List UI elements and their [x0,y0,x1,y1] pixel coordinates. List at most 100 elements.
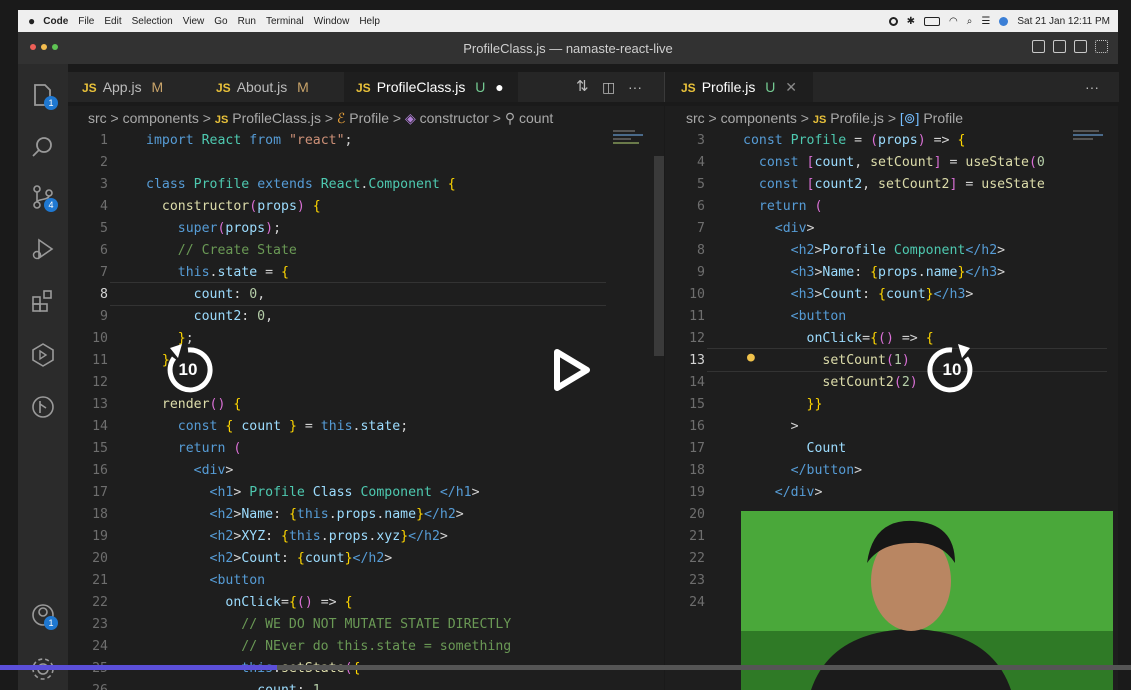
code-line[interactable]: 26 count: 1, [68,680,664,690]
code-text[interactable]: const [count2, setCount2] = useState [743,174,1045,196]
code-line[interactable]: 3 class Profile extends React.Component { [68,174,664,196]
tab-profileclass-js[interactable]: JS ProfileClass.js U ● [344,72,518,102]
tab-about-js[interactable]: JS About.js M [216,72,309,102]
code-line[interactable]: 8 <h2>Porofile Component</h2> [665,240,1118,262]
code-text[interactable]: onClick={() => { [146,592,352,614]
customize-layout-icon[interactable] [1095,40,1108,53]
menu-go[interactable]: Go [214,16,227,27]
code-text[interactable]: setCount2(2) [743,372,917,394]
code-line[interactable]: 8 count: 0, [68,284,664,306]
extensions-icon[interactable] [30,288,56,314]
forward-10-button[interactable]: 10 [924,340,980,396]
more-actions-icon[interactable]: ··· [1085,72,1099,102]
code-text[interactable]: // NEver do this.state = something [146,636,511,658]
code-text[interactable]: <div> [146,460,234,482]
breadcrumb-property[interactable]: count [519,110,553,126]
code-text[interactable]: }} [743,394,823,416]
record-icon[interactable] [888,16,898,26]
code-text[interactable]: count2: 0, [146,306,273,328]
menu-view[interactable]: View [183,16,205,27]
code-text[interactable]: count: 1, [146,680,329,690]
breadcrumb-class[interactable]: Profile [349,110,389,126]
code-text[interactable]: <h2>XYZ: {this.props.xyz}</h2> [146,526,448,548]
spotlight-icon[interactable]: ⌕ [967,16,973,27]
code-line[interactable]: 2 [68,152,664,174]
code-line[interactable]: 5 super(props); [68,218,664,240]
code-line[interactable]: 10 }; [68,328,664,350]
code-line[interactable]: 15 return ( [68,438,664,460]
apple-icon[interactable]: ● [28,14,35,28]
bluetooth-icon[interactable]: ✱ [907,16,915,27]
code-text[interactable]: count: 0, [146,284,266,306]
code-line[interactable]: 22 onClick={() => { [68,592,664,614]
code-text[interactable]: render() { [146,394,241,416]
code-line[interactable]: 11 <button [665,306,1118,328]
code-line[interactable]: 19 </div> [665,482,1118,504]
breadcrumb-symbol[interactable]: Profile [923,110,963,126]
code-line[interactable]: 17 <h1> Profile Class Component </h1> [68,482,664,504]
left-code-editor[interactable]: 1 import React from "react"; 2 3 class Profi… [68,128,664,690]
code-line[interactable]: 19 <h2>XYZ: {this.props.xyz}</h2> [68,526,664,548]
video-progress-bar[interactable] [0,665,1131,670]
code-line[interactable]: 17 Count [665,438,1118,460]
code-text[interactable]: <h1> Profile Class Component </h1> [146,482,480,504]
code-line[interactable]: 14 const { count } = this.state; [68,416,664,438]
split-editor-icon[interactable]: ◫ [602,72,615,102]
code-line[interactable]: 1 import React from "react"; [68,130,664,152]
close-tab-icon[interactable]: ✕ [785,79,797,95]
open-changes-icon[interactable]: ⇅ [576,72,589,102]
account-icon[interactable]: 1 [30,602,58,630]
breadcrumb-file[interactable]: ProfileClass.js [232,110,321,126]
code-text[interactable]: const Profile = (props) => { [743,130,965,152]
toggle-primary-sidebar-icon[interactable] [1032,40,1045,53]
menu-help[interactable]: Help [359,16,380,27]
menu-selection[interactable]: Selection [132,16,173,27]
code-line[interactable]: 3 const Profile = (props) => { [665,130,1118,152]
code-line[interactable]: 14 setCount2(2) [665,372,1118,394]
code-text[interactable]: <h2>Name: {this.props.name}</h2> [146,504,464,526]
tab-profile-js[interactable]: JS Profile.js U ✕ [665,72,813,102]
menu-terminal[interactable]: Terminal [266,16,304,27]
code-text[interactable]: <button [146,570,266,592]
code-text[interactable]: > [743,416,799,438]
code-text[interactable]: <h2>Count: {count}</h2> [146,548,393,570]
code-line[interactable]: 23 // WE DO NOT MUTATE STATE DIRECTLY [68,614,664,636]
code-text[interactable]: return ( [146,438,242,460]
code-line[interactable]: 7 this.state = { [68,262,664,284]
menu-edit[interactable]: Edit [104,16,121,27]
code-text[interactable]: Count [743,438,847,460]
code-line[interactable]: 15 }} [665,394,1118,416]
toggle-panel-icon[interactable] [1053,40,1066,53]
code-line[interactable]: 16 > [665,416,1118,438]
code-line[interactable]: 5 const [count2, setCount2] = useState [665,174,1118,196]
run-debug-icon[interactable] [30,236,56,262]
search-icon[interactable] [30,134,56,160]
menu-file[interactable]: File [78,16,94,27]
code-line[interactable]: 21 <button [68,570,664,592]
code-text[interactable]: class Profile extends React.Component { [146,174,456,196]
code-line[interactable]: 24 // NEver do this.state = something [68,636,664,658]
menu-run[interactable]: Run [238,16,256,27]
code-text[interactable]: <button [743,306,847,328]
breadcrumb-src[interactable]: src [686,110,705,126]
code-line[interactable]: 20 <h2>Count: {count}</h2> [68,548,664,570]
more-actions-icon[interactable]: ··· [628,72,642,102]
menu-app-name[interactable]: Code [43,16,68,27]
menubar-clock[interactable]: Sat 21 Jan 12:11 PM [1017,16,1110,27]
siri-icon[interactable] [999,16,1009,26]
control-center-icon[interactable]: ☰ [981,16,990,27]
tab-app-js[interactable]: JS App.js M [82,72,163,102]
code-text[interactable]: <h3>Count: {count}</h3> [743,284,974,306]
explorer-icon[interactable]: 1 [30,82,58,110]
code-text[interactable]: import React from "react"; [146,130,353,152]
code-line[interactable]: 18 <h2>Name: {this.props.name}</h2> [68,504,664,526]
code-text[interactable]: onClick={() => { [743,328,934,350]
breadcrumb-components[interactable]: components [123,110,199,126]
code-line[interactable]: 13 render() { [68,394,664,416]
code-text[interactable]: // Create State [146,240,297,262]
rewind-10-button[interactable]: 10 [160,340,216,396]
code-text[interactable]: constructor(props) { [146,196,321,218]
menu-window[interactable]: Window [314,16,350,27]
code-line[interactable]: 6 // Create State [68,240,664,262]
breadcrumb-components[interactable]: components [721,110,797,126]
